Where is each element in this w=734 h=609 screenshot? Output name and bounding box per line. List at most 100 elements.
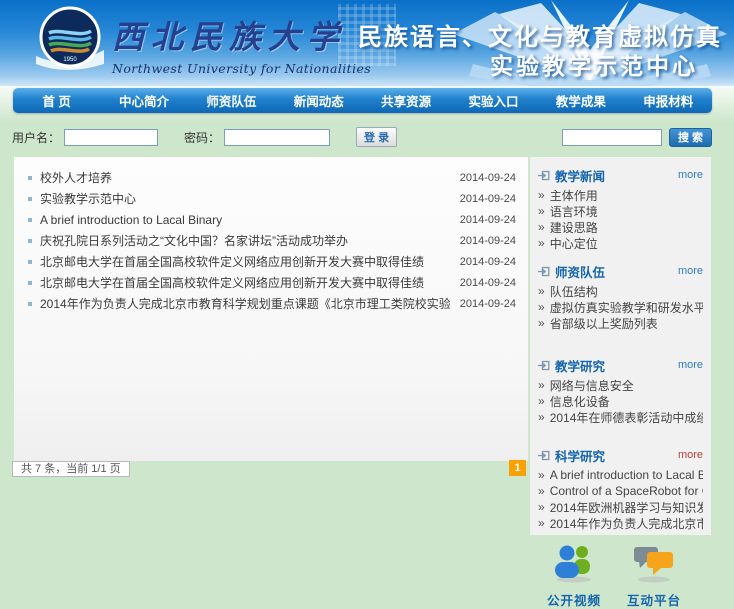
sidebar-link[interactable]: »队伍结构 — [538, 283, 703, 299]
sidebar-link[interactable]: »省部级以上奖励列表 — [538, 315, 703, 331]
news-item-title[interactable]: 北京邮电大学在首届全国高校软件定义网络应用创新开发大赛中取得佳绩 — [40, 253, 450, 270]
sidebar-link[interactable]: »虚拟仿真实验教学和研发水平 — [538, 299, 703, 315]
sidebar-link[interactable]: »2014年作为负责人完成北京市教育科 — [538, 515, 703, 531]
bullet-icon — [28, 302, 32, 306]
chevron-icon: » — [538, 484, 545, 498]
sidebar-link[interactable]: »中心定位 — [538, 235, 703, 251]
section-header: 教学研究 more — [538, 357, 703, 373]
news-item-date: 2014-09-24 — [460, 298, 516, 310]
news-item-date: 2014-09-24 — [460, 277, 516, 289]
nav-item-news[interactable]: 新闻动态 — [275, 91, 362, 110]
nav-item-teaching-achievements[interactable]: 教学成果 — [537, 91, 624, 110]
main-nav: 首 页 中心简介 师资队伍 新闻动态 共享资源 实验入口 教学成果 申报材料 — [13, 88, 712, 113]
sidebar-link[interactable]: »Control of a SpaceRobot for Capt — [538, 483, 703, 499]
sidebar-section-teaching-research: 教学研究 more »网络与信息安全 »信息化设备 »2014年在师德表彰活动中… — [538, 357, 703, 425]
news-item-title[interactable]: 庆祝孔院日系列活动之“文化中国？名家讲坛”活动成功举办 — [40, 232, 450, 249]
news-item-title[interactable]: 2014年作为负责人完成北京市教育科学规划重点课题《北京市理工类院校实验教师队伍… — [40, 295, 450, 312]
section-title[interactable]: 科学研究 — [555, 446, 605, 465]
news-item-date: 2014-09-24 — [460, 256, 516, 268]
bullet-icon — [28, 281, 32, 285]
chevron-icon: » — [538, 394, 545, 408]
sidebar-link[interactable]: »信息化设备 — [538, 393, 703, 409]
news-item-title[interactable]: 实验教学示范中心 — [40, 190, 450, 207]
news-item-title[interactable]: 校外人才培养 — [40, 169, 450, 186]
bullet-icon — [28, 176, 32, 180]
pagination-summary: 共 7 条，当前 1/1 页 — [12, 461, 130, 477]
chevron-icon: » — [538, 204, 545, 218]
more-link[interactable]: more — [678, 449, 703, 461]
news-item[interactable]: 北京邮电大学在首届全国高校软件定义网络应用创新开发大赛中取得佳绩 2014-09… — [14, 272, 528, 293]
sidebar-link[interactable]: »网络与信息安全 — [538, 377, 703, 393]
chevron-icon: » — [538, 516, 545, 530]
section-title[interactable]: 教学研究 — [555, 356, 605, 375]
bullet-icon — [28, 260, 32, 264]
chevron-icon: » — [538, 378, 545, 392]
pagination-page-1[interactable]: 1 — [509, 460, 526, 476]
news-item-title[interactable]: 北京邮电大学在首届全国高校软件定义网络应用创新开发大赛中取得佳绩 — [40, 274, 450, 291]
sidebar-link[interactable]: »语言环境 — [538, 203, 703, 219]
section-header: 师资队伍 more — [538, 263, 703, 279]
sidebar: 教学新闻 more »主体作用 »语言环境 »建设思路 »中心定位 师资队伍 m… — [530, 157, 711, 535]
people-icon — [551, 541, 597, 588]
public-video-link[interactable]: 公开视频 — [534, 541, 614, 609]
search-input[interactable] — [562, 129, 662, 146]
chevron-icon: » — [538, 220, 545, 234]
site-title-line2: 实验教学示范中心 — [490, 47, 698, 81]
chevron-icon: » — [538, 316, 545, 330]
more-link[interactable]: more — [678, 359, 703, 371]
chevron-icon: » — [538, 468, 545, 482]
section-icon — [538, 170, 550, 181]
news-item[interactable]: 北京邮电大学在首届全国高校软件定义网络应用创新开发大赛中取得佳绩 2014-09… — [14, 251, 528, 272]
search-button[interactable]: 搜 索 — [669, 128, 712, 147]
footer-quick-links: 公开视频 互动平台 — [534, 541, 711, 609]
section-header: 教学新闻 more — [538, 167, 703, 183]
chevron-icon: » — [538, 410, 545, 424]
section-header: 科学研究 more — [538, 447, 703, 463]
news-item[interactable]: 实验教学示范中心 2014-09-24 — [14, 188, 528, 209]
sidebar-link[interactable]: »主体作用 — [538, 187, 703, 203]
sidebar-section-faculty: 师资队伍 more »队伍结构 »虚拟仿真实验教学和研发水平 »省部级以上奖励列… — [538, 263, 703, 331]
news-item[interactable]: 校外人才培养 2014-09-24 — [14, 167, 528, 188]
nav-item-home[interactable]: 首 页 — [13, 91, 100, 110]
username-label: 用户名： — [12, 129, 60, 146]
news-item[interactable]: 2014年作为负责人完成北京市教育科学规划重点课题《北京市理工类院校实验教师队伍… — [14, 293, 528, 314]
university-logo-icon: 1950 — [34, 6, 106, 77]
section-icon — [538, 450, 550, 461]
news-item[interactable]: 庆祝孔院日系列活动之“文化中国？名家讲坛”活动成功举办 2014-09-24 — [14, 230, 528, 251]
section-icon — [538, 266, 550, 277]
public-video-label: 公开视频 — [547, 590, 601, 609]
news-item-title[interactable]: A brief introduction to Lacal Binary — [40, 213, 450, 227]
chevron-icon: » — [538, 300, 545, 314]
chat-icon — [631, 541, 677, 588]
nav-item-shared-resources[interactable]: 共享资源 — [363, 91, 450, 110]
page: 1950 西北民族大学 Northwest University for Nat… — [0, 0, 734, 609]
news-list: 校外人才培养 2014-09-24 实验教学示范中心 2014-09-24 A … — [14, 157, 528, 461]
news-item-date: 2014-09-24 — [460, 214, 516, 226]
password-input[interactable] — [224, 129, 330, 146]
section-title[interactable]: 教学新闻 — [555, 166, 605, 185]
nav-item-center-intro[interactable]: 中心简介 — [100, 91, 187, 110]
password-label: 密码： — [184, 129, 220, 146]
more-link[interactable]: more — [678, 265, 703, 277]
sidebar-link[interactable]: »A brief introduction to Lacal Bi — [538, 467, 703, 483]
nav-item-application-materials[interactable]: 申报材料 — [625, 91, 712, 110]
sidebar-link[interactable]: »2014年欧洲机器学习与知识发现国际 — [538, 499, 703, 515]
nav-item-experiment-entry[interactable]: 实验入口 — [450, 91, 537, 110]
more-link[interactable]: more — [678, 169, 703, 181]
login-button[interactable]: 登 录 — [356, 127, 397, 147]
news-item[interactable]: A brief introduction to Lacal Binary 201… — [14, 209, 528, 230]
nav-item-faculty[interactable]: 师资队伍 — [188, 91, 275, 110]
bullet-icon — [28, 197, 32, 201]
news-item-date: 2014-09-24 — [460, 193, 516, 205]
section-title[interactable]: 师资队伍 — [555, 262, 605, 281]
interactive-platform-link[interactable]: 互动平台 — [614, 541, 694, 609]
section-icon — [538, 360, 550, 371]
sidebar-link[interactable]: »2014年在师德表彰活动中成绩显著被 — [538, 409, 703, 425]
bullet-icon — [28, 239, 32, 243]
chevron-icon: » — [538, 188, 545, 202]
sidebar-link[interactable]: »建设思路 — [538, 219, 703, 235]
username-input[interactable] — [64, 129, 158, 146]
university-name-en: Northwest University for Nationalities — [112, 61, 371, 76]
header-banner: 1950 西北民族大学 Northwest University for Nat… — [0, 0, 734, 86]
sidebar-section-science-research: 科学研究 more »A brief introduction to Lacal… — [538, 447, 703, 531]
